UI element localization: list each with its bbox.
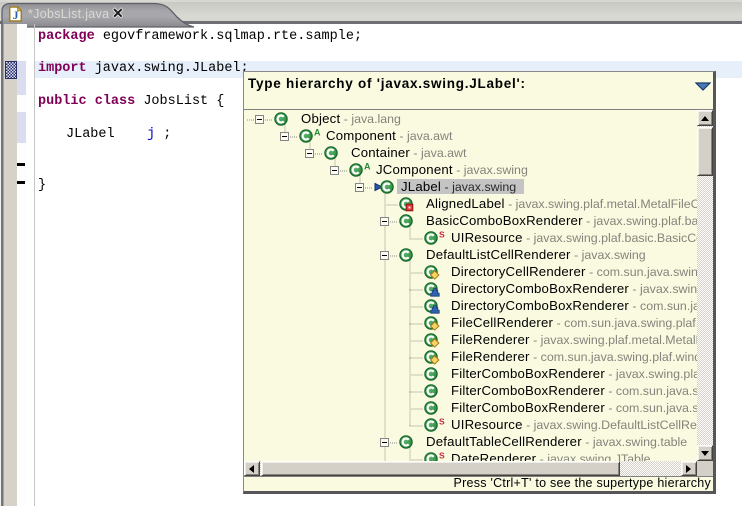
- svg-text:S: S: [439, 451, 445, 461]
- svg-text:J: J: [13, 10, 19, 22]
- svg-text:A: A: [314, 128, 321, 138]
- svg-text:S: S: [439, 230, 445, 240]
- svg-text:A: A: [364, 162, 371, 172]
- svg-text:S: S: [439, 417, 445, 427]
